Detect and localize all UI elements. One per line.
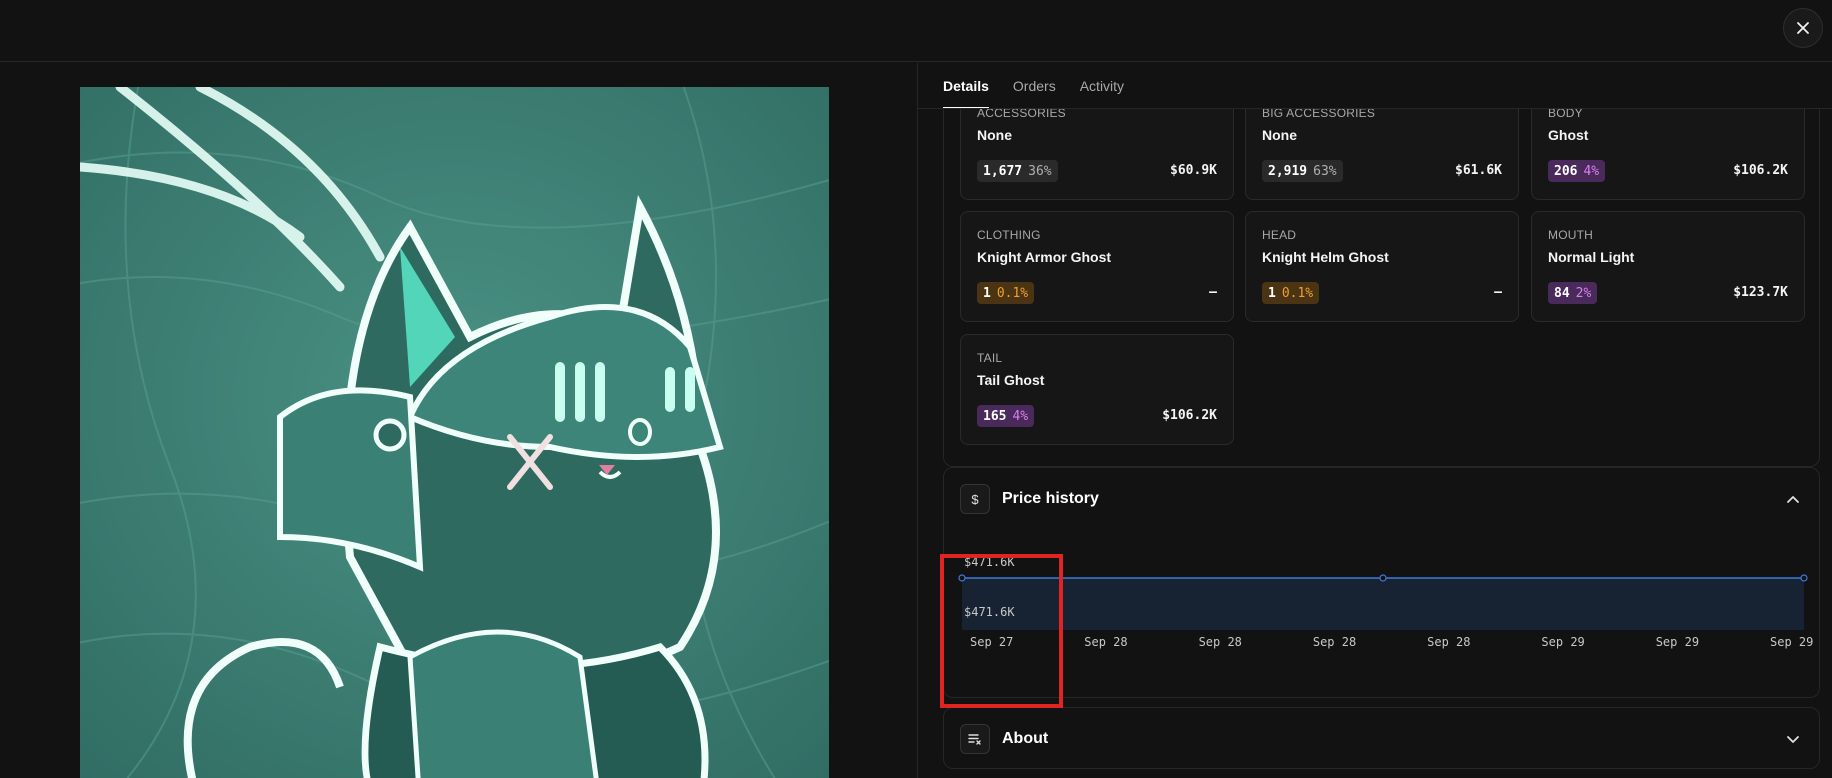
- trait-category: CLOTHING: [977, 228, 1041, 242]
- chevron-down-icon[interactable]: [1785, 731, 1801, 747]
- trait-category: BODY: [1548, 109, 1583, 120]
- trait-floor-price: –: [1494, 285, 1502, 300]
- trait-card[interactable]: TAIL Tail Ghost 165 4% $106.2K: [960, 334, 1234, 445]
- chevron-up-icon[interactable]: [1785, 492, 1801, 508]
- details-scroll-area[interactable]: ACCESSORIES None 1,677 36% $60.9K BIG ACCESS…: [918, 109, 1832, 778]
- trait-value: Tail Ghost: [977, 372, 1045, 388]
- trait-percent: 4%: [1583, 163, 1600, 179]
- trait-rarity-badge: 1,677 36%: [977, 160, 1058, 182]
- chart-x-tick-label: Sep 28: [1199, 635, 1242, 649]
- chart-x-tick-label: Sep 29: [1656, 635, 1699, 649]
- trait-value: Ghost: [1548, 127, 1589, 143]
- trait-floor-price: $61.6K: [1455, 163, 1502, 178]
- chart-data-point: [1379, 574, 1387, 582]
- chart-x-tick-label: Sep 28: [1427, 635, 1470, 649]
- trait-count: 1: [1268, 285, 1276, 301]
- trait-rarity-badge: 1 0.1%: [977, 282, 1035, 304]
- trait-count: 206: [1554, 163, 1578, 179]
- chart-x-tick-label: Sep 27: [970, 635, 1013, 649]
- tab-details[interactable]: Details: [943, 63, 989, 109]
- trait-count: 2,919: [1268, 163, 1308, 179]
- trait-value: Knight Helm Ghost: [1262, 249, 1389, 265]
- nft-artwork-image: [80, 87, 829, 778]
- detail-tabs: Details Orders Activity: [943, 63, 1124, 109]
- trait-value: Normal Light: [1548, 249, 1635, 265]
- trait-count: 84: [1554, 285, 1570, 301]
- trait-category: MOUTH: [1548, 228, 1593, 242]
- trait-value: Knight Armor Ghost: [977, 249, 1112, 265]
- trait-count: 165: [983, 408, 1007, 424]
- chart-x-tick-label: Sep 29: [1541, 635, 1584, 649]
- price-history-title: Price history: [1002, 490, 1099, 507]
- chart-x-tick-label: Sep 29: [1770, 635, 1813, 649]
- tab-orders[interactable]: Orders: [1013, 63, 1056, 109]
- chart-area-fill: [962, 578, 1804, 630]
- trait-card[interactable]: CLOTHING Knight Armor Ghost 1 0.1% –: [960, 211, 1234, 322]
- trait-floor-price: $60.9K: [1170, 163, 1217, 178]
- trait-category: BIG ACCESSORIES: [1262, 109, 1376, 120]
- trait-floor-price: $106.2K: [1733, 163, 1788, 178]
- trait-rarity-badge: 2,919 63%: [1262, 160, 1343, 182]
- trait-card[interactable]: MOUTH Normal Light 84 2% $123.7K: [1531, 211, 1805, 322]
- trait-card[interactable]: BODY Ghost 206 4% $106.2K: [1531, 109, 1805, 200]
- trait-card[interactable]: BIG ACCESSORIES None 2,919 63% $61.6K: [1245, 109, 1519, 200]
- trait-percent: 0.1%: [996, 285, 1029, 301]
- dollar-icon: $: [960, 484, 990, 514]
- trait-card[interactable]: ACCESSORIES None 1,677 36% $60.9K: [960, 109, 1234, 200]
- trait-rarity-badge: 206 4%: [1548, 160, 1606, 182]
- trait-category: HEAD: [1262, 228, 1297, 242]
- tab-activity[interactable]: Activity: [1080, 63, 1124, 109]
- trait-percent: 4%: [1012, 408, 1029, 424]
- trait-category: ACCESSORIES: [977, 109, 1066, 120]
- trait-rarity-badge: 84 2%: [1548, 282, 1598, 304]
- trait-percent: 63%: [1313, 163, 1337, 179]
- top-bar: [0, 0, 1832, 62]
- trait-count: 1,677: [983, 163, 1023, 179]
- close-button[interactable]: [1783, 8, 1823, 48]
- trait-percent: 0.1%: [1281, 285, 1314, 301]
- chart-y-tick-label: $471.6K: [964, 605, 1015, 619]
- trait-rarity-badge: 165 4%: [977, 405, 1035, 427]
- trait-percent: 2%: [1575, 285, 1592, 301]
- chart-y-tick-label: $471.6K: [964, 555, 1015, 569]
- trait-category: TAIL: [977, 351, 1003, 365]
- about-header[interactable]: About: [960, 724, 1048, 754]
- chart-data-point: [1800, 574, 1808, 582]
- chart-x-tick-label: Sep 28: [1313, 635, 1356, 649]
- trait-floor-price: $106.2K: [1162, 408, 1217, 423]
- notes-icon: [960, 724, 990, 754]
- price-history-header[interactable]: $ Price history: [960, 484, 1099, 514]
- trait-floor-price: –: [1209, 285, 1217, 300]
- price-history-section: $ Price history $471.6K $471.6K Sep 27 Sep …: [943, 467, 1820, 698]
- trait-value: None: [977, 127, 1012, 143]
- trait-rarity-badge: 1 0.1%: [1262, 282, 1320, 304]
- about-section: About: [943, 707, 1820, 769]
- trait-percent: 36%: [1028, 163, 1052, 179]
- trait-floor-price: $123.7K: [1733, 285, 1788, 300]
- close-icon: [1797, 22, 1809, 34]
- price-history-chart[interactable]: $471.6K $471.6K Sep 27 Sep 28 Sep 28 Sep 28 Se…: [944, 528, 1821, 693]
- trait-card[interactable]: HEAD Knight Helm Ghost 1 0.1% –: [1245, 211, 1519, 322]
- trait-count: 1: [983, 285, 991, 301]
- chart-x-tick-label: Sep 28: [1084, 635, 1127, 649]
- about-title: About: [1002, 730, 1049, 747]
- chart-data-point: [958, 574, 966, 582]
- traits-section: ACCESSORIES None 1,677 36% $60.9K BIG ACCESS…: [943, 109, 1820, 467]
- trait-value: None: [1262, 127, 1297, 143]
